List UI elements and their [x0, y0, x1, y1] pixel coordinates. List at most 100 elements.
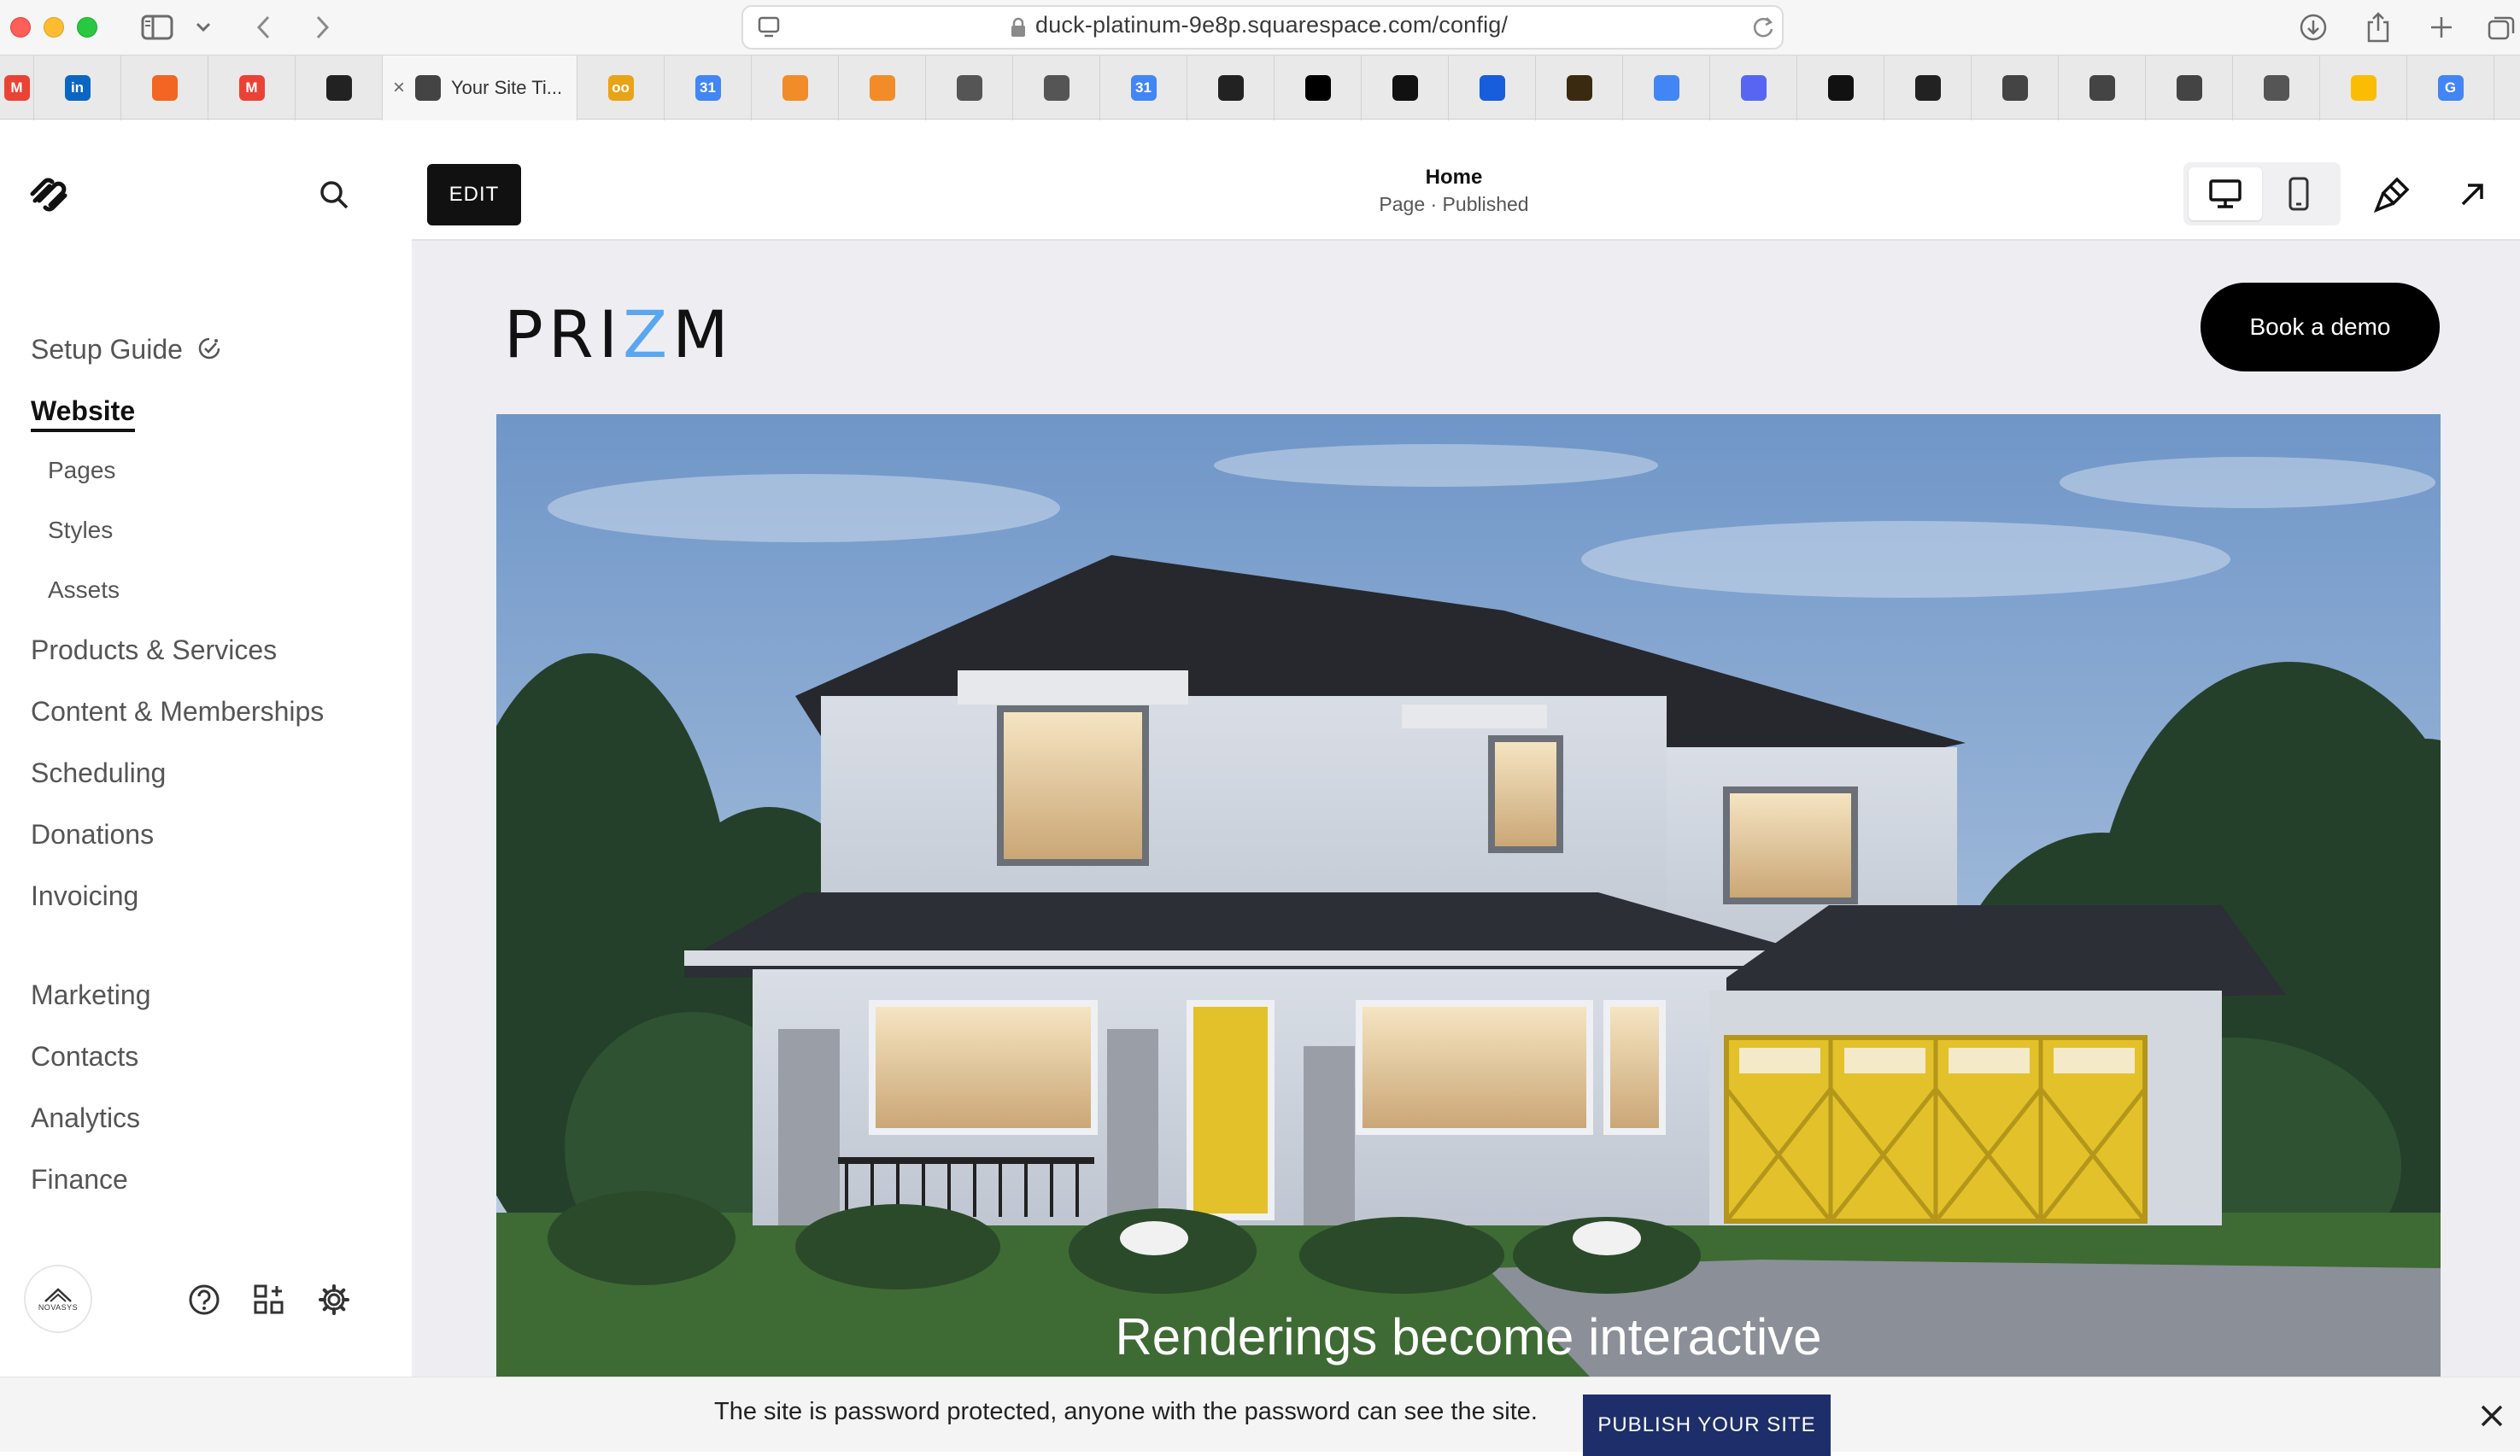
logo-text-accent: Z — [623, 296, 673, 372]
page-status: Page · Published — [1379, 193, 1529, 215]
tab[interactable] — [1623, 56, 1710, 120]
tab-overview-icon[interactable] — [2482, 10, 2520, 44]
tab[interactable] — [752, 56, 839, 120]
editor-toolbar: EDIT Home Page · Published — [412, 147, 2520, 241]
nav-scheduling[interactable]: Scheduling — [31, 757, 166, 789]
squarespace-icon — [325, 75, 352, 101]
tab[interactable] — [2320, 56, 2407, 120]
tab[interactable] — [2233, 56, 2320, 120]
chevron-down-icon[interactable] — [191, 10, 215, 44]
cube-icon — [2001, 75, 2028, 101]
gear-icon[interactable] — [318, 1284, 352, 1318]
roof-logo-icon — [44, 1288, 72, 1302]
nav-products-services[interactable]: Products & Services — [31, 634, 277, 666]
tab[interactable] — [1275, 56, 1362, 120]
nav-assets[interactable]: Assets — [48, 576, 120, 604]
tab-title: Your Site Ti... — [451, 77, 563, 98]
lock-icon — [1008, 15, 1029, 39]
tab-close-icon[interactable]: × — [393, 76, 405, 100]
tab[interactable] — [2059, 56, 2146, 120]
publish-site-button[interactable]: PUBLISH YOUR SITE — [1583, 1395, 1831, 1456]
tab[interactable] — [1972, 56, 2059, 120]
apps-grid-icon[interactable] — [253, 1284, 287, 1318]
forward-icon[interactable] — [308, 10, 338, 44]
search-icon[interactable] — [318, 178, 352, 213]
tab[interactable] — [839, 56, 926, 120]
tab[interactable] — [121, 56, 208, 120]
orange-circle-icon — [151, 75, 178, 101]
tab[interactable] — [926, 56, 1013, 120]
nav-setup-guide[interactable]: Setup Guide — [31, 334, 221, 365]
openai-icon — [1304, 75, 1331, 101]
tab[interactable]: oo — [577, 56, 665, 120]
roof-icon — [1043, 75, 1070, 101]
nav-pages[interactable]: Pages — [48, 457, 115, 484]
url-text[interactable]: duck-platinum-9e8p.squarespace.com/confi… — [1035, 12, 1508, 38]
help-icon[interactable] — [188, 1284, 222, 1318]
puzzle-icon — [1392, 75, 1418, 101]
squarespace-logo-icon[interactable] — [27, 177, 70, 219]
book-demo-button[interactable]: Book a demo — [2201, 283, 2440, 371]
nav-marketing[interactable]: Marketing — [31, 979, 151, 1011]
reload-icon[interactable] — [1748, 12, 1779, 43]
desktop-icon — [2209, 179, 2242, 208]
tab[interactable] — [1187, 56, 1275, 120]
tab[interactable] — [1797, 56, 1884, 120]
setup-progress-icon — [198, 337, 220, 360]
tab[interactable] — [1362, 56, 1449, 120]
close-icon[interactable] — [2479, 1403, 2505, 1429]
tab-bar: Min M × Your Site Ti... oo 31 31 G — [0, 55, 2520, 120]
site-logo[interactable]: PRIZM — [504, 296, 734, 372]
close-window-button[interactable] — [10, 17, 31, 38]
banner-text: The site is password protected, anyone w… — [714, 1398, 1538, 1425]
tab[interactable] — [296, 56, 383, 120]
download-icon[interactable] — [2296, 10, 2330, 44]
tab[interactable]: G — [2407, 56, 2494, 120]
tab[interactable]: M — [0, 56, 34, 120]
squarespace-icon — [1914, 75, 1941, 101]
mobile-view-button[interactable] — [2262, 167, 2335, 220]
discord-icon — [1740, 75, 1767, 101]
open-external-icon[interactable] — [2448, 171, 2496, 219]
google-icon: G — [2437, 75, 2464, 101]
account-avatar[interactable]: NOVASYS — [24, 1265, 92, 1333]
minimize-window-button[interactable] — [44, 17, 64, 38]
tab[interactable] — [1710, 56, 1797, 120]
site-preview-area: EDIT Home Page · Published PRIZM Book a … — [412, 147, 2520, 1377]
app-sidebar: Setup Guide Website Pages Styles Assets … — [0, 120, 412, 1377]
mobile-icon — [2289, 177, 2309, 211]
design-brush-icon[interactable] — [2368, 171, 2416, 219]
tab[interactable]: 31 — [665, 56, 752, 120]
sidebar-toggle-icon[interactable] — [137, 10, 178, 44]
tab[interactable]: in — [34, 56, 121, 120]
tab[interactable] — [2146, 56, 2233, 120]
nav-content-memberships[interactable]: Content & Memberships — [31, 696, 324, 728]
drive-icon — [2350, 75, 2376, 101]
page-menu-icon[interactable] — [753, 12, 784, 43]
nav-website[interactable]: Website — [31, 395, 136, 432]
maximize-window-button[interactable] — [77, 17, 97, 38]
nav-finance[interactable]: Finance — [31, 1164, 128, 1196]
openai-icon — [1217, 75, 1244, 101]
tab-active[interactable]: × Your Site Ti... — [383, 56, 577, 120]
tab[interactable] — [1449, 56, 1536, 120]
nav-analytics[interactable]: Analytics — [31, 1102, 140, 1134]
nav-contacts[interactable]: Contacts — [31, 1041, 138, 1073]
new-tab-icon[interactable] — [2424, 10, 2458, 44]
gmail-icon: M — [3, 75, 30, 101]
share-icon[interactable] — [2361, 10, 2395, 44]
orange-box-icon — [782, 75, 808, 101]
edit-button[interactable]: EDIT — [427, 164, 521, 225]
roof-icon — [2263, 75, 2289, 101]
back-icon[interactable] — [248, 10, 278, 44]
tab[interactable] — [1884, 56, 1972, 120]
tab[interactable]: M — [208, 56, 296, 120]
calendar-icon: 31 — [1130, 75, 1157, 101]
tab[interactable] — [1536, 56, 1623, 120]
nav-invoicing[interactable]: Invoicing — [31, 880, 138, 912]
desktop-view-button[interactable] — [2189, 167, 2262, 220]
nav-styles[interactable]: Styles — [48, 517, 113, 544]
nav-donations[interactable]: Donations — [31, 819, 154, 851]
tab[interactable]: 31 — [1100, 56, 1187, 120]
tab[interactable] — [1013, 56, 1100, 120]
